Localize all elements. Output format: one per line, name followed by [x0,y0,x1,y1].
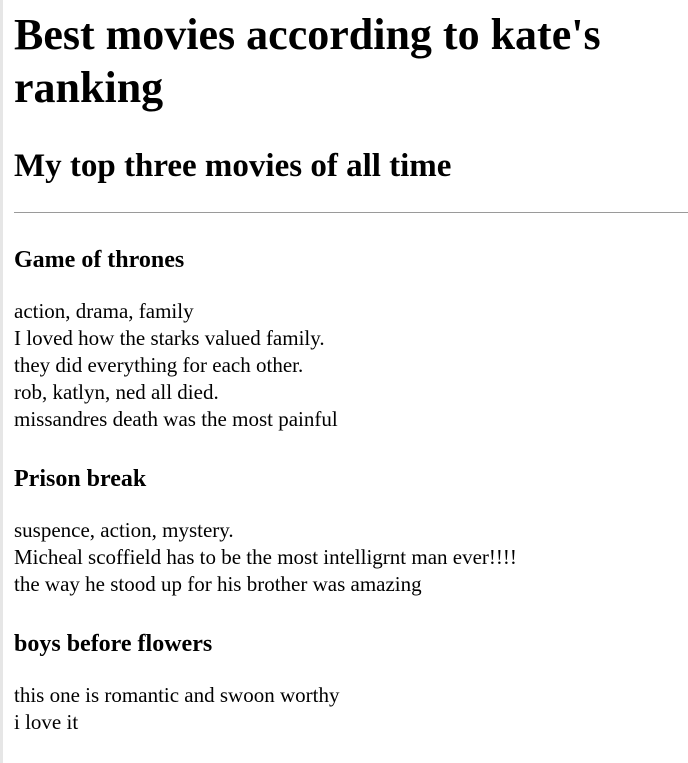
movie-note-line: i love it [14,710,79,734]
movie-description: this one is romantic and swoon worthy i … [14,682,688,736]
movie-title: Prison break [14,466,147,492]
movie-note-line: rob, katlyn, ned all died. [14,380,219,404]
movie-note-line: they did everything for each other. [14,353,304,377]
movie-note-line: missandres death was the most painful [14,407,338,431]
movie-entry-prison-break: Prison break suspence, action, mystery. … [14,465,688,598]
movie-title: boys before flowers [14,631,213,657]
page-subtitle: My top three movies of all time [14,148,452,184]
left-border [0,0,3,763]
divider [14,212,688,213]
movie-note-line: the way he stood up for his brother was … [14,572,422,596]
movie-description: suspence, action, mystery. Micheal scoff… [14,517,688,598]
movie-genres: suspence, action, mystery. [14,518,234,542]
movie-title: Game of thrones [14,247,185,273]
movie-entry-boys-before-flowers: boys before flowers this one is romantic… [14,630,688,736]
page-content: Best movies according to kate's ranking … [14,0,688,736]
movie-note-line: Micheal scoffield has to be the most int… [14,545,517,569]
page-title: Best movies according to kate's ranking [14,10,601,112]
movie-note-line: I loved how the starks valued family. [14,326,325,350]
movie-genres: action, drama, family [14,299,194,323]
movie-entry-game-of-thrones: Game of thrones action, drama, family I … [14,246,688,433]
movie-note-line: this one is romantic and swoon worthy [14,683,340,707]
movie-description: action, drama, family I loved how the st… [14,298,688,433]
